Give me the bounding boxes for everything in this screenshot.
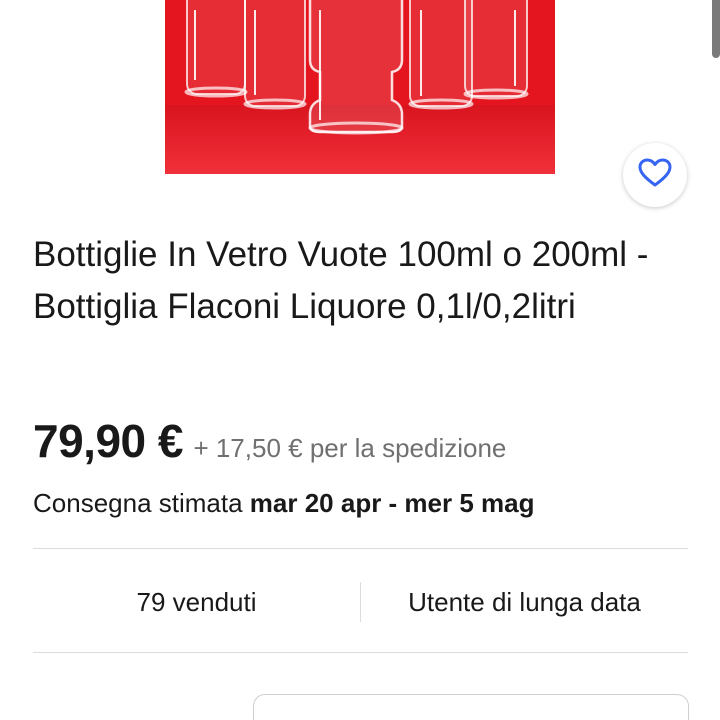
- product-page: Bottiglie In Vetro Vuote 100ml o 200ml -…: [0, 0, 720, 720]
- delivery-label: Consegna stimata: [33, 488, 243, 518]
- product-image[interactable]: [165, 0, 555, 174]
- divider: [33, 652, 688, 653]
- glass-bottles-illustration: [165, 0, 555, 174]
- sold-count: 79 venduti: [136, 586, 257, 617]
- scrollbar[interactable]: [712, 0, 720, 58]
- price: 79,90 €: [33, 415, 183, 467]
- delivery-estimate: Consegna stimata mar 20 apr - mer 5 mag: [33, 488, 535, 519]
- action-card[interactable]: [253, 694, 689, 720]
- shipping-cost: + 17,50 € per la spedizione: [193, 433, 507, 463]
- seller-badge: Utente di lunga data: [408, 586, 641, 617]
- heart-icon: [638, 158, 672, 193]
- product-title: Bottiglie In Vetro Vuote 100ml o 200ml -…: [33, 235, 649, 326]
- delivery-dates: mar 20 apr - mer 5 mag: [249, 488, 535, 518]
- listing-stats: 79 venduti Utente di lunga data: [33, 580, 688, 624]
- price-row: 79,90 € + 17,50 € per la spedizione: [33, 414, 506, 468]
- watch-button[interactable]: [623, 143, 687, 207]
- divider: [33, 548, 688, 549]
